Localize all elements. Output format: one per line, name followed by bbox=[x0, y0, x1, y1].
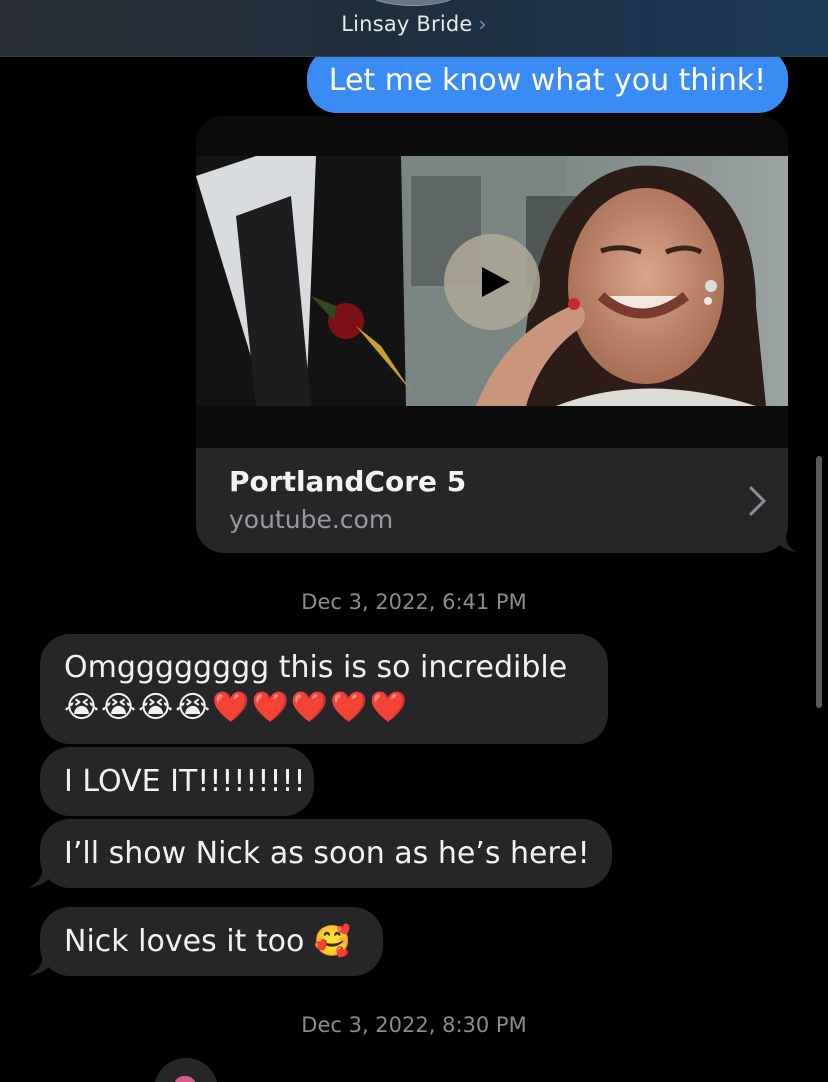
scrollbar[interactable] bbox=[816, 456, 822, 708]
contact-name-label: Linsay Bride bbox=[341, 12, 473, 36]
link-preview-card[interactable]: PortlandCore 5 youtube.com bbox=[196, 116, 788, 553]
contact-name-button[interactable]: Linsay Bride › bbox=[0, 12, 828, 36]
received-message-text: I LOVE IT!!!!!!!!! bbox=[64, 764, 306, 799]
received-message-text: Omgggggggg this is so incredible bbox=[64, 650, 568, 685]
received-message-bubble[interactable]: Nick loves it too 🥰 bbox=[40, 907, 383, 976]
partial-reaction-bubble[interactable] bbox=[154, 1058, 218, 1082]
heart-icon bbox=[174, 1076, 196, 1082]
received-message-bubble[interactable]: I’ll show Nick as soon as he’s here! bbox=[40, 819, 612, 888]
messages-screen: Linsay Bride › Let me know what you think… bbox=[0, 0, 828, 1082]
video-thumbnail-area bbox=[196, 116, 788, 448]
received-message-emoji: 😭😭😭😭❤️❤️❤️❤️❤️ bbox=[64, 690, 409, 725]
received-message-bubble[interactable]: I LOVE IT!!!!!!!!! bbox=[40, 747, 314, 816]
contact-avatar[interactable] bbox=[364, 0, 462, 6]
sent-message-text: Let me know what you think! bbox=[328, 63, 767, 98]
received-message-bubble[interactable]: Omgggggggg this is so incredible 😭😭😭😭❤️❤… bbox=[40, 634, 608, 744]
chevron-right-icon: › bbox=[478, 12, 487, 36]
message-timestamp: Dec 3, 2022, 8:30 PM bbox=[301, 1013, 527, 1037]
play-video-button[interactable] bbox=[444, 234, 540, 330]
received-message-text: Nick loves it too 🥰 bbox=[64, 924, 352, 959]
message-timestamp: Dec 3, 2022, 6:41 PM bbox=[301, 590, 527, 614]
chevron-right-icon[interactable] bbox=[740, 484, 774, 518]
bubble-tail bbox=[28, 956, 54, 976]
bubble-tail bbox=[28, 868, 54, 888]
link-domain: youtube.com bbox=[229, 505, 394, 534]
sent-message-bubble[interactable]: Let me know what you think! bbox=[307, 48, 788, 113]
bubble-tail bbox=[770, 530, 798, 552]
conversation-header: Linsay Bride › bbox=[0, 0, 828, 57]
received-message-text: I’ll show Nick as soon as he’s here! bbox=[64, 836, 590, 871]
link-title: PortlandCore 5 bbox=[229, 465, 467, 498]
